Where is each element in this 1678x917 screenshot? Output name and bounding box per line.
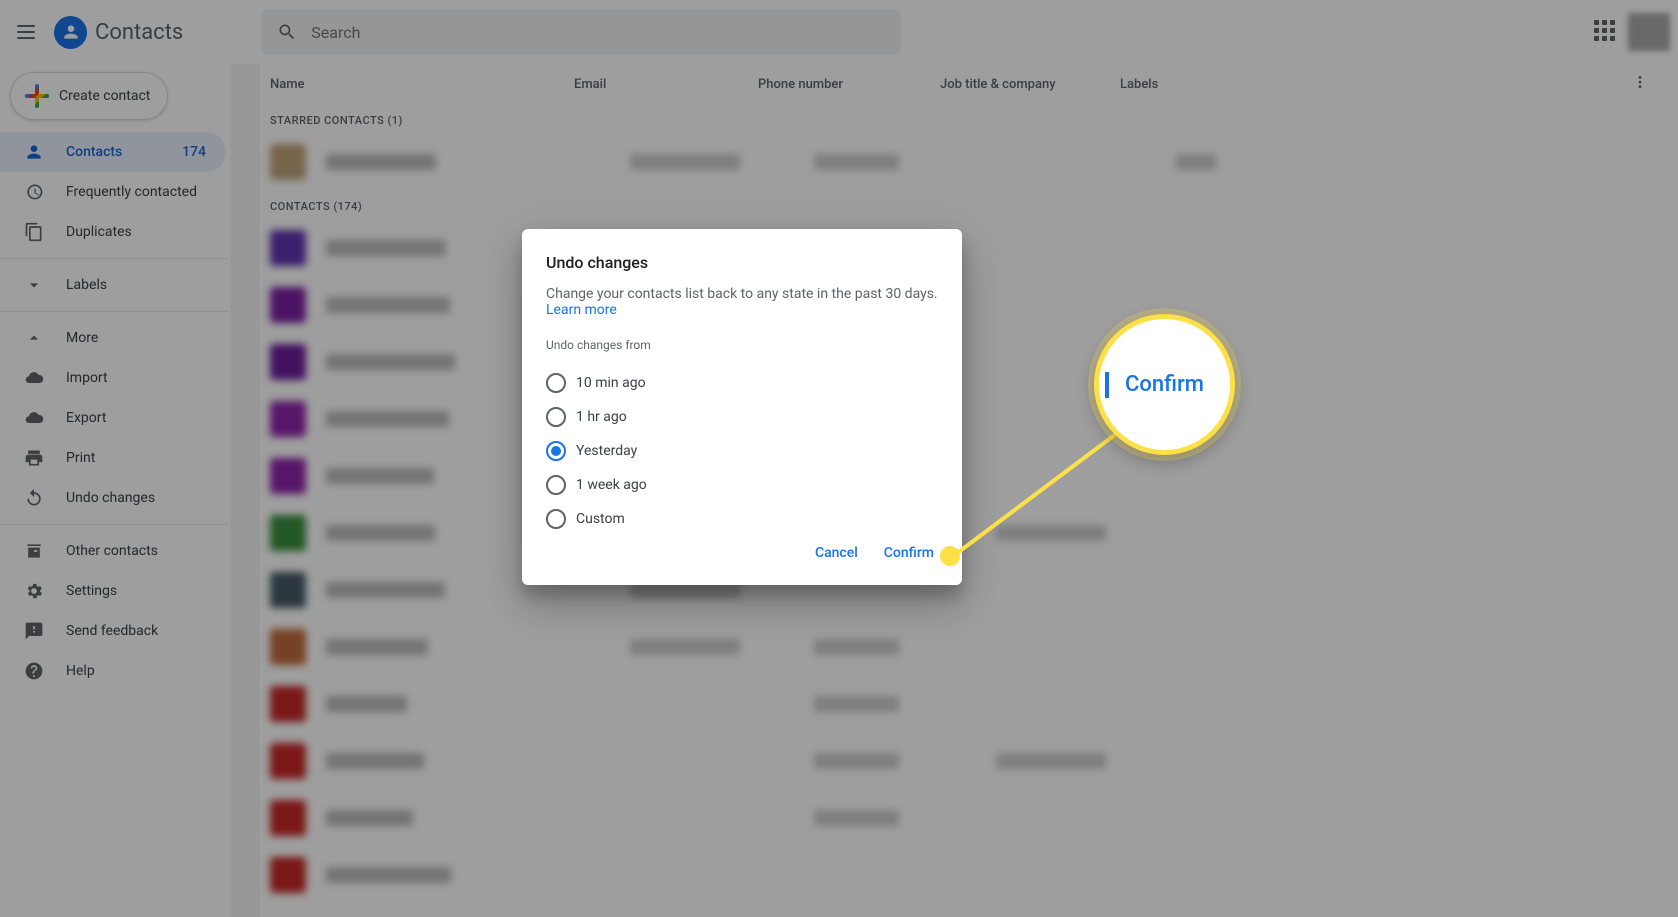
- radio-1week[interactable]: 1 week ago: [546, 468, 938, 502]
- undo-changes-dialog: Undo changes Change your contacts list b…: [522, 229, 962, 585]
- radio-label: 1 hr ago: [576, 409, 627, 425]
- radio-label: 1 week ago: [576, 477, 647, 493]
- cancel-button[interactable]: Cancel: [811, 537, 862, 569]
- learn-more-link[interactable]: Learn more: [546, 302, 617, 318]
- radio-label: Yesterday: [576, 443, 637, 459]
- radio-yesterday[interactable]: Yesterday: [546, 434, 938, 468]
- radio-10min[interactable]: 10 min ago: [546, 366, 938, 400]
- callout-text: Confirm: [1125, 372, 1204, 397]
- radio-custom[interactable]: Custom: [546, 502, 938, 536]
- dialog-description: Change your contacts list back to any st…: [546, 286, 938, 318]
- confirm-button[interactable]: Confirm: [880, 537, 938, 569]
- radio-1hr[interactable]: 1 hr ago: [546, 400, 938, 434]
- radio-label: 10 min ago: [576, 375, 646, 391]
- callout-marker: [940, 546, 960, 566]
- dialog-title: Undo changes: [546, 253, 938, 272]
- radio-label: Custom: [576, 511, 625, 527]
- callout-magnifier: Confirm: [1094, 314, 1235, 455]
- dialog-from-label: Undo changes from: [546, 338, 938, 352]
